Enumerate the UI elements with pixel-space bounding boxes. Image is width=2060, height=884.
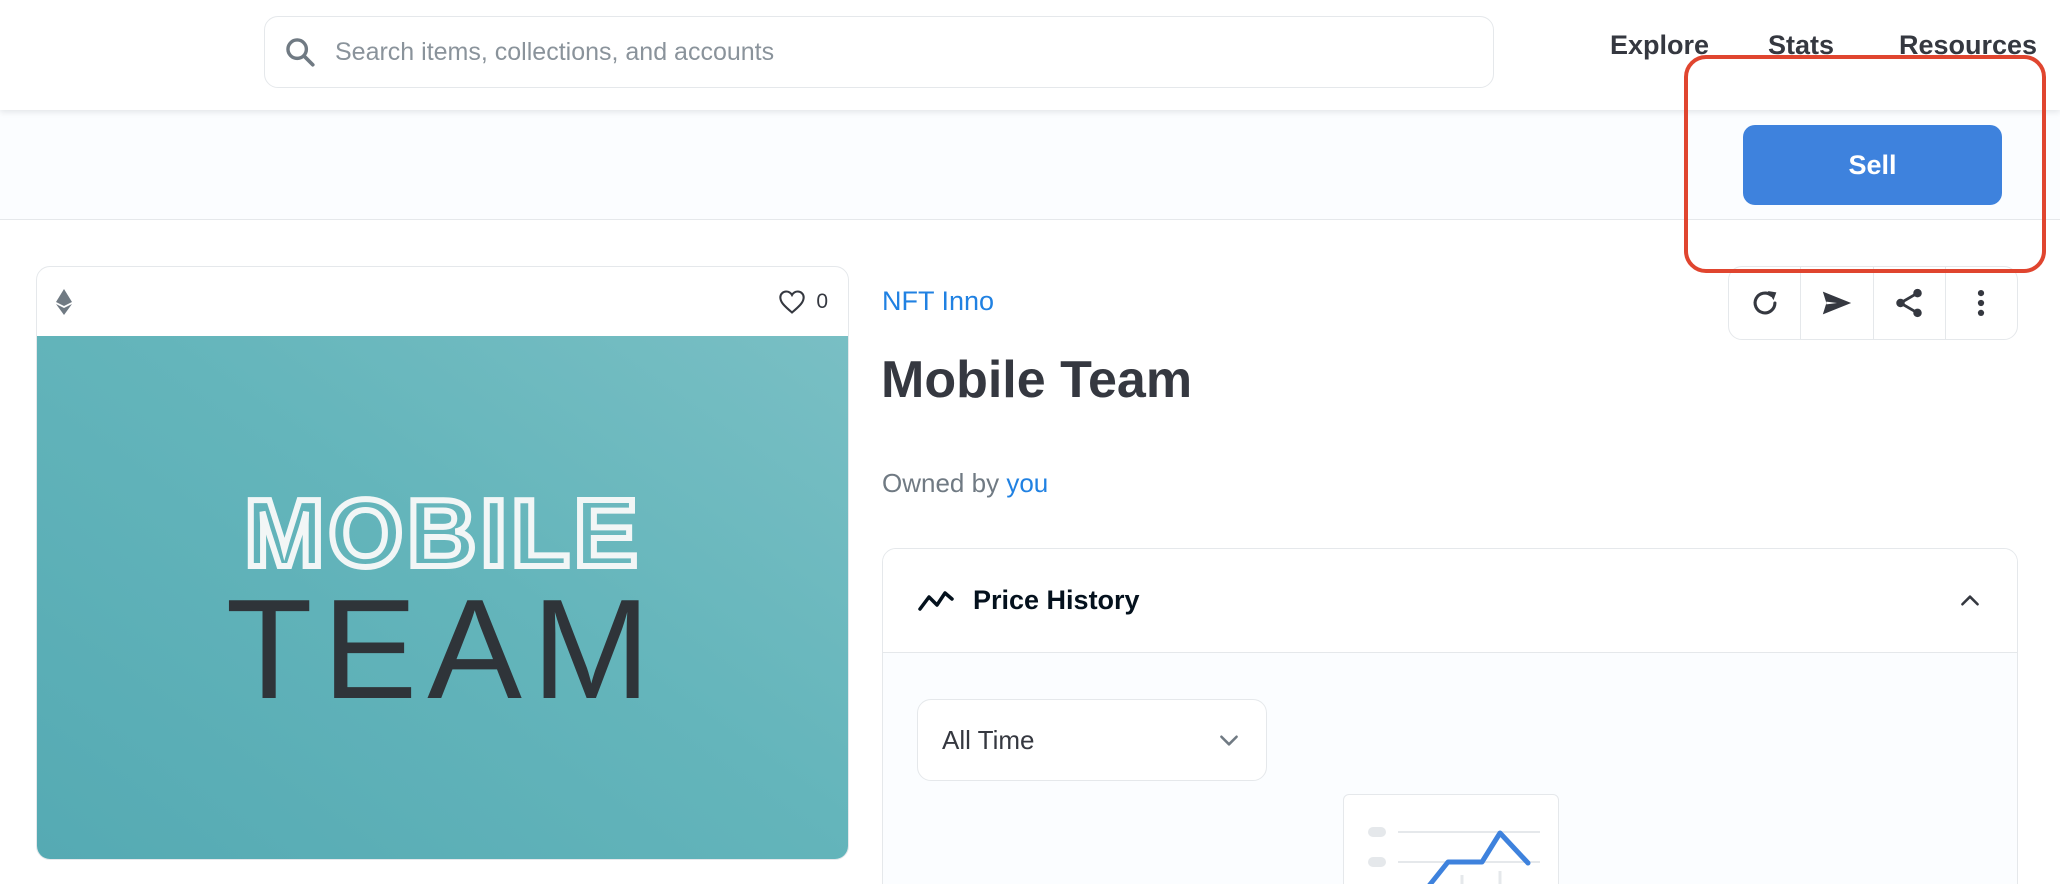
mobile-team-artwork: MOBILE TEAM bbox=[226, 477, 660, 729]
price-history-header[interactable]: Price History bbox=[883, 549, 2017, 653]
artwork-word-team: TEAM bbox=[226, 570, 660, 729]
nft-image[interactable]: MOBILE TEAM bbox=[37, 336, 848, 859]
like-count: 0 bbox=[816, 289, 828, 313]
share-button[interactable] bbox=[1874, 267, 1946, 339]
nav-explore[interactable]: Explore bbox=[1610, 30, 1709, 61]
top-header: Explore Stats Resources bbox=[0, 0, 2060, 110]
refresh-button[interactable] bbox=[1729, 267, 1802, 339]
nft-image-card: 0 MOBILE TEAM bbox=[36, 266, 849, 860]
search-bar[interactable] bbox=[264, 16, 1494, 88]
share-icon bbox=[1896, 288, 1922, 318]
more-icon bbox=[1978, 289, 1985, 317]
heart-icon bbox=[779, 289, 806, 314]
more-options-button[interactable] bbox=[1946, 267, 2017, 339]
owned-by-label: Owned by bbox=[882, 468, 1000, 498]
card-header: 0 bbox=[37, 267, 848, 336]
search-input[interactable] bbox=[335, 37, 1493, 67]
send-icon bbox=[1822, 291, 1852, 315]
ethereum-icon bbox=[56, 288, 72, 315]
time-range-select[interactable]: All Time bbox=[917, 699, 1267, 781]
favorite-toggle[interactable]: 0 bbox=[778, 289, 828, 315]
collection-link[interactable]: NFT Inno bbox=[882, 286, 994, 317]
owner-link[interactable]: you bbox=[1006, 468, 1048, 498]
nav-stats[interactable]: Stats bbox=[1768, 30, 1834, 61]
item-actions-group bbox=[1728, 266, 2018, 340]
transfer-button[interactable] bbox=[1801, 267, 1874, 339]
empty-chart-illustration bbox=[1343, 794, 1559, 884]
owner-line: Owned by you bbox=[882, 468, 1048, 499]
sell-button[interactable]: Sell bbox=[1743, 125, 2002, 205]
chevron-up-icon[interactable] bbox=[1957, 588, 1983, 614]
time-range-value: All Time bbox=[942, 724, 1035, 755]
price-history-title: Price History bbox=[973, 585, 1140, 615]
chart-line-icon bbox=[918, 590, 954, 611]
item-title: Mobile Team bbox=[881, 351, 1193, 409]
chevron-down-icon bbox=[1220, 735, 1238, 746]
refresh-icon bbox=[1753, 290, 1777, 315]
chart-placeholder-graphic bbox=[1368, 827, 1540, 884]
nav-resources[interactable]: Resources bbox=[1899, 30, 2037, 61]
search-icon bbox=[286, 38, 315, 67]
price-history-panel: Price History All Time bbox=[882, 548, 2018, 884]
